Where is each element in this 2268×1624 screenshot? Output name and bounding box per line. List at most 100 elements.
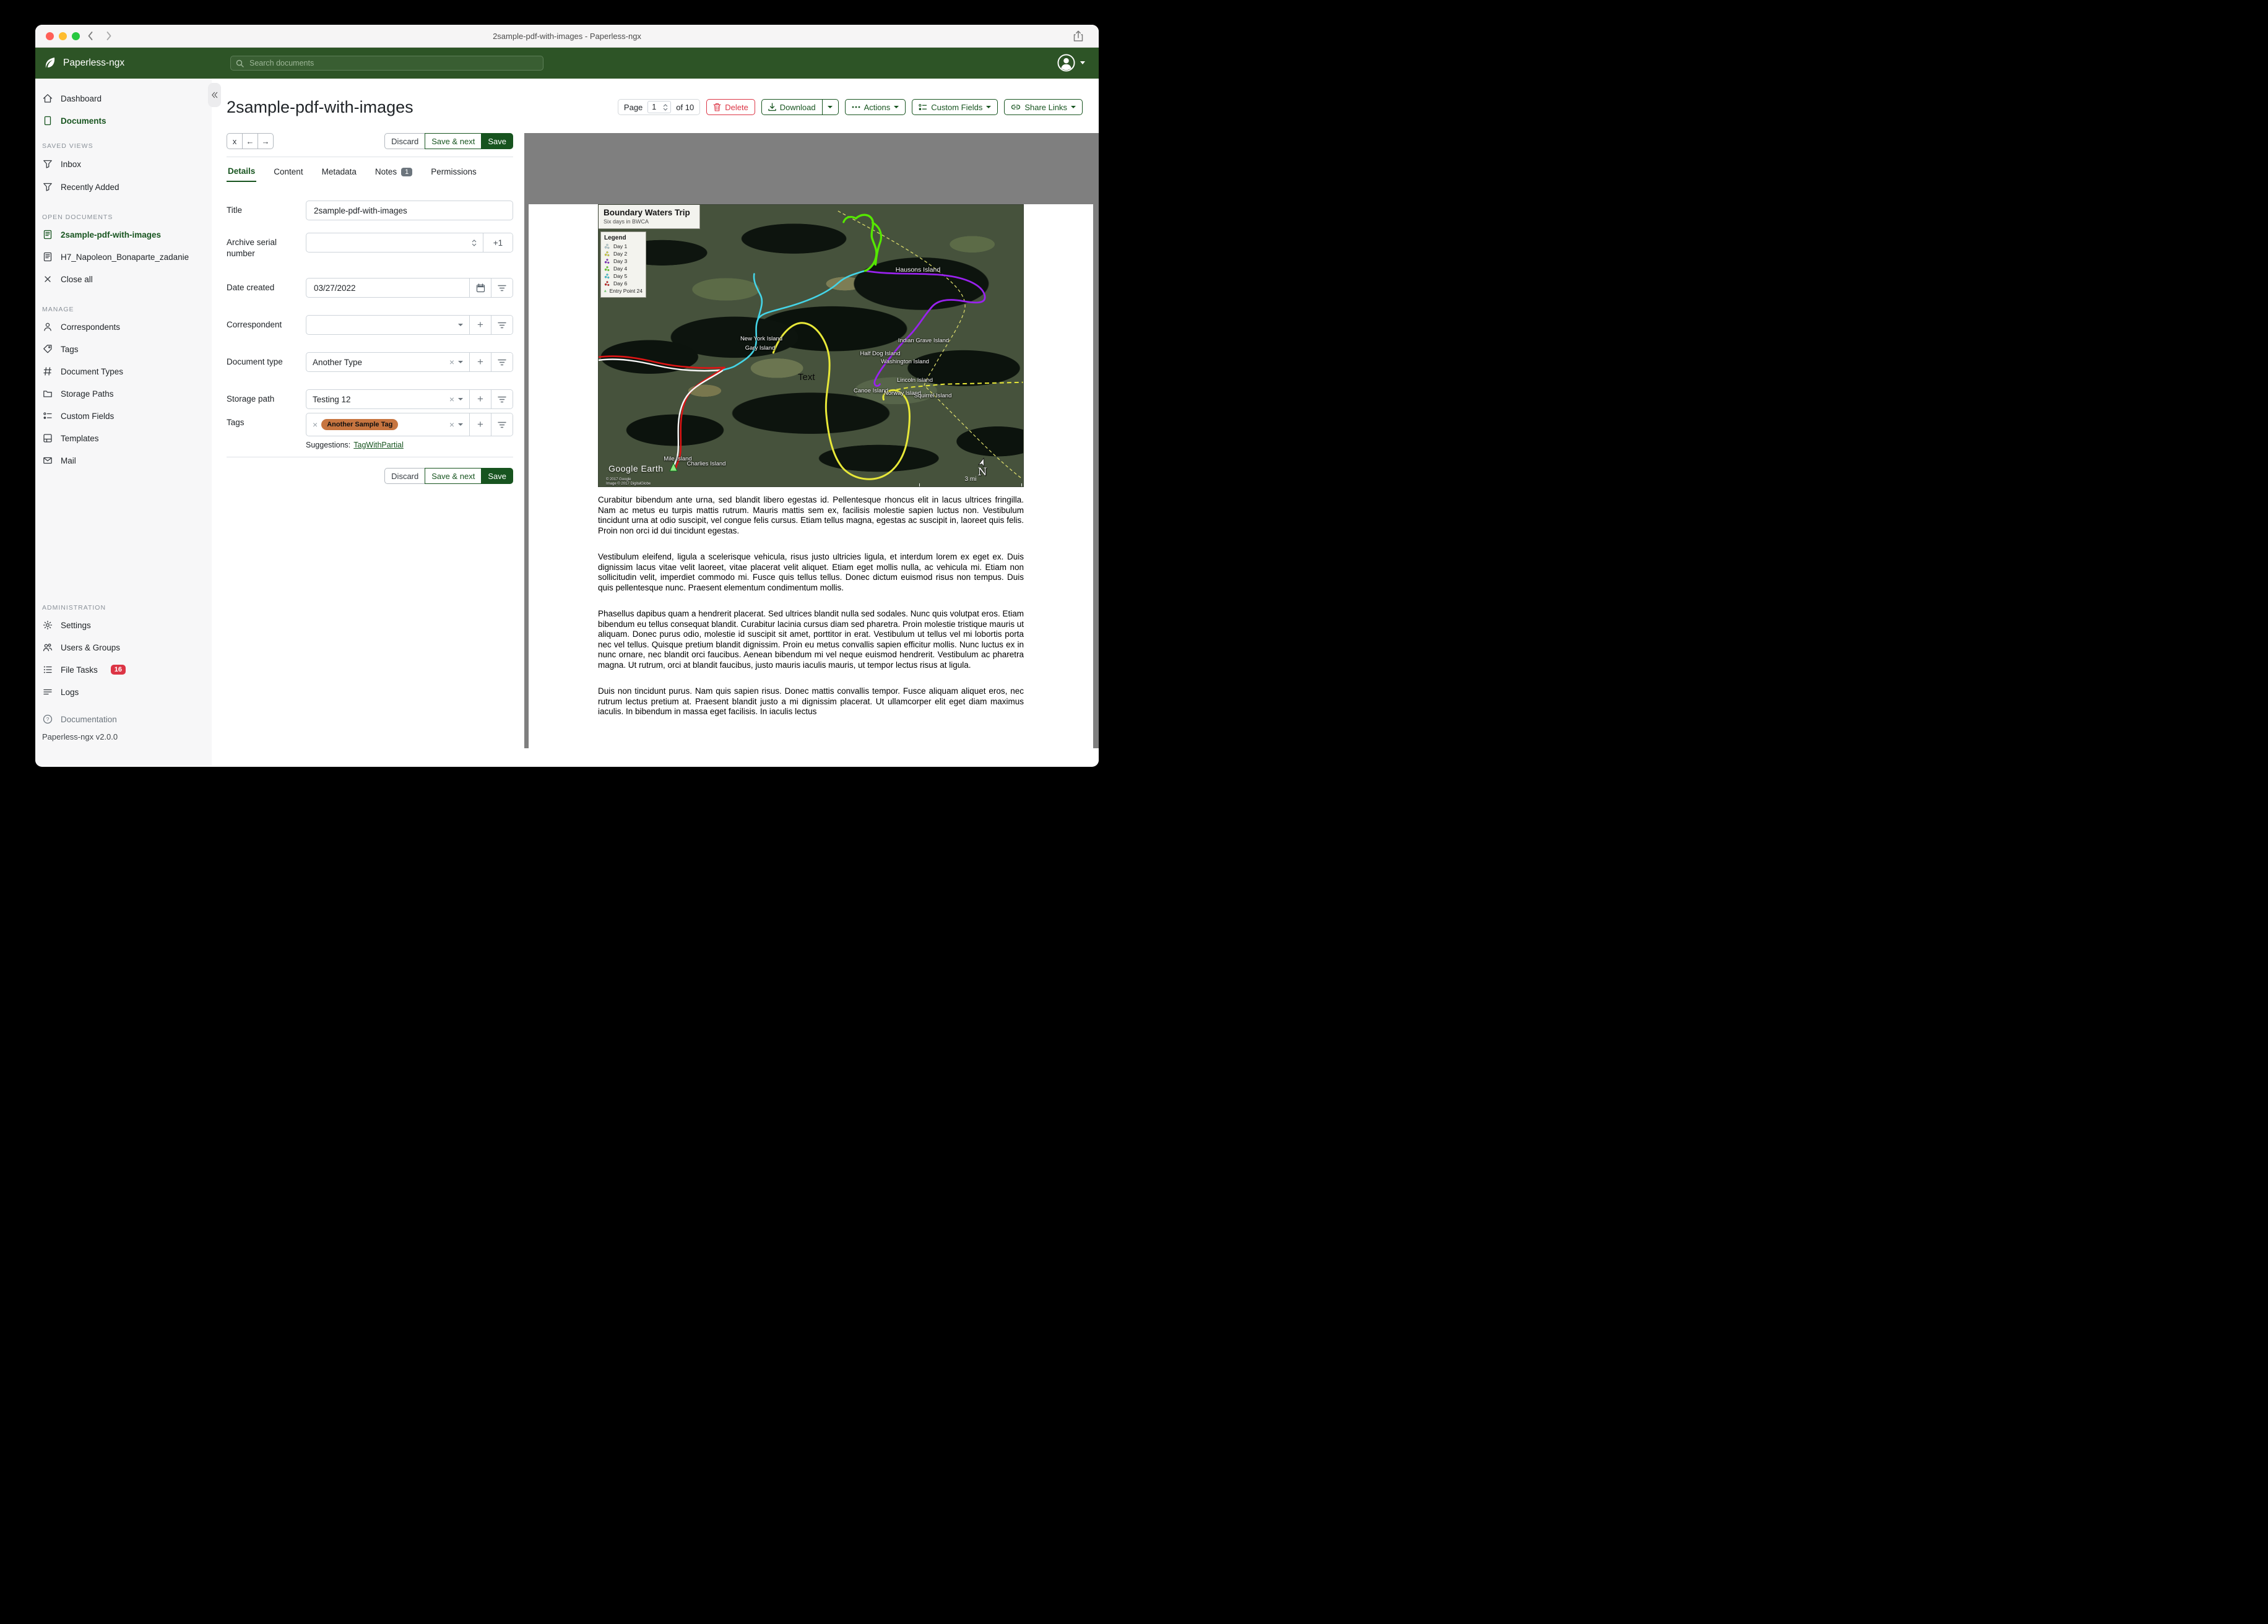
date-created-input[interactable]: [313, 282, 463, 293]
sidebar-item-tags[interactable]: Tags: [35, 338, 212, 360]
island-label: Squirrel Island: [914, 392, 952, 399]
logs-icon: [42, 687, 53, 697]
calendar-icon[interactable]: [469, 279, 491, 297]
sidebar-close-all[interactable]: Close all: [35, 268, 212, 290]
correspondent-select[interactable]: [306, 316, 469, 334]
page-title: 2sample-pdf-with-images: [227, 97, 413, 116]
asn-stepper[interactable]: [472, 239, 477, 246]
delete-button[interactable]: Delete: [706, 99, 755, 115]
download-button[interactable]: Download: [761, 99, 823, 115]
select-caret-icon: [458, 423, 463, 426]
asn-plus-one-button[interactable]: +1: [483, 233, 513, 252]
date-created-label: Date created: [227, 283, 275, 292]
close-document-button[interactable]: x: [227, 133, 243, 149]
discard-button[interactable]: Discard: [384, 133, 426, 149]
sidebar-item-documents[interactable]: Documents: [35, 110, 212, 132]
day4-dots-icon: [604, 266, 610, 272]
sidebar-item-users-groups[interactable]: Users & Groups: [35, 636, 212, 659]
asn-input[interactable]: [313, 237, 468, 248]
pdf-preview-pane[interactable]: Boundary Waters Trip Six days in BWCA Le…: [524, 133, 1099, 748]
date-filter-icon[interactable]: [491, 279, 513, 297]
document-type-filter-icon[interactable]: [491, 353, 513, 371]
discard-button[interactable]: Discard: [384, 468, 426, 484]
add-correspondent-button[interactable]: +: [469, 316, 491, 334]
tags-group: × Another Sample Tag × +: [306, 413, 513, 436]
sidebar-item-correspondents[interactable]: Correspondents: [35, 316, 212, 338]
tags-select[interactable]: × Another Sample Tag ×: [306, 413, 469, 436]
sidebar-item-storage-paths[interactable]: Storage Paths: [35, 382, 212, 405]
document-type-select[interactable]: Another Type ×: [306, 353, 469, 371]
clear-icon[interactable]: ×: [449, 394, 454, 404]
sidebar-item-documentation[interactable]: ? Documentation: [35, 708, 212, 730]
add-storage-path-button[interactable]: +: [469, 390, 491, 408]
sidebar-item-mail[interactable]: Mail: [35, 449, 212, 472]
map-copyright: © 2017 Google: [606, 478, 631, 482]
custom-fields-button[interactable]: Custom Fields: [912, 99, 998, 115]
correspondent-group: +: [306, 315, 513, 335]
sidebar-open-doc-current[interactable]: 2sample-pdf-with-images: [35, 223, 212, 246]
correspondent-filter-icon[interactable]: [491, 316, 513, 334]
tab-content[interactable]: Content: [272, 163, 304, 182]
page-number-input[interactable]: [651, 102, 664, 112]
sidebar-item-custom-fields[interactable]: Custom Fields: [35, 405, 212, 427]
page-stepper[interactable]: [663, 103, 668, 111]
next-document-button[interactable]: →: [258, 133, 274, 149]
add-tag-button[interactable]: +: [469, 413, 491, 436]
sidebar-item-document-types[interactable]: Document Types: [35, 360, 212, 382]
search-input[interactable]: [248, 58, 538, 68]
pdf-page: Boundary Waters Trip Six days in BWCA Le…: [529, 204, 1093, 748]
share-icon[interactable]: [1073, 30, 1084, 43]
search-bar[interactable]: [230, 56, 543, 71]
map-title: Boundary Waters Trip: [604, 208, 690, 217]
previous-document-button[interactable]: ←: [242, 133, 258, 149]
storage-path-select[interactable]: Testing 12 ×: [306, 390, 469, 408]
asn-label: Archive serial number: [227, 238, 277, 258]
save-next-button[interactable]: Save & next: [425, 468, 482, 484]
tab-permissions[interactable]: Permissions: [430, 163, 478, 182]
clear-icon[interactable]: ×: [449, 420, 454, 430]
save-button[interactable]: Save: [481, 468, 513, 484]
tab-details[interactable]: Details: [227, 163, 257, 182]
detail-tabs: Details Content Metadata Notes 1 Permissi…: [227, 163, 513, 182]
legend-item: Day 2: [604, 250, 643, 257]
sidebar-item-templates[interactable]: Templates: [35, 427, 212, 449]
suggestion-link[interactable]: TagWithPartial: [353, 441, 404, 449]
tab-notes[interactable]: Notes 1: [374, 163, 413, 182]
remove-tag-icon[interactable]: ×: [313, 420, 318, 430]
main-content: 2sample-pdf-with-images Page of 10: [208, 79, 1099, 766]
app-window: 2sample-pdf-with-images - Paperless-ngx …: [35, 25, 1099, 767]
page-number-input-wrap: [647, 101, 672, 113]
document-paragraph: Vestibulum eleifend, ligula a scelerisqu…: [598, 552, 1024, 592]
sidebar-collapse-button[interactable]: [208, 83, 221, 107]
sidebar-item-inbox[interactable]: Inbox: [35, 153, 212, 175]
brand[interactable]: Paperless-ngx: [43, 56, 124, 71]
sidebar-item-recently-added[interactable]: Recently Added: [35, 176, 212, 198]
sidebar-item-dashboard[interactable]: Dashboard: [35, 87, 212, 110]
sidebar-item-logs[interactable]: Logs: [35, 681, 212, 703]
sidebar-item-settings[interactable]: Settings: [35, 614, 212, 636]
tab-metadata[interactable]: Metadata: [321, 163, 358, 182]
notes-count-badge: 1: [401, 167, 413, 176]
legend-item: Day 5: [604, 272, 643, 280]
island-label: Washington Island: [881, 358, 929, 365]
save-next-button[interactable]: Save & next: [425, 133, 482, 149]
download-dropdown-caret[interactable]: [822, 99, 839, 115]
add-document-type-button[interactable]: +: [469, 353, 491, 371]
title-input[interactable]: [313, 205, 506, 216]
titlebar: 2sample-pdf-with-images - Paperless-ngx: [35, 25, 1099, 48]
clear-icon[interactable]: ×: [449, 357, 454, 367]
select-caret-icon: [458, 361, 463, 363]
sidebar-open-doc[interactable]: H7_Napoleon_Bonaparte_zadanie: [35, 246, 212, 268]
storage-path-label: Storage path: [227, 394, 275, 404]
actions-button[interactable]: Actions: [844, 99, 906, 115]
select-caret-icon: [458, 398, 463, 400]
user-menu[interactable]: [1057, 53, 1085, 72]
share-links-button[interactable]: Share Links: [1004, 99, 1083, 115]
tag-chip[interactable]: Another Sample Tag: [321, 419, 399, 430]
storage-path-filter-icon[interactable]: [491, 390, 513, 408]
tags-filter-icon[interactable]: [491, 413, 513, 436]
file-tasks-badge: 16: [110, 665, 126, 675]
save-button[interactable]: Save: [481, 133, 513, 149]
sidebar-item-file-tasks[interactable]: File Tasks 16: [35, 659, 212, 681]
file-text-icon: [42, 230, 53, 240]
